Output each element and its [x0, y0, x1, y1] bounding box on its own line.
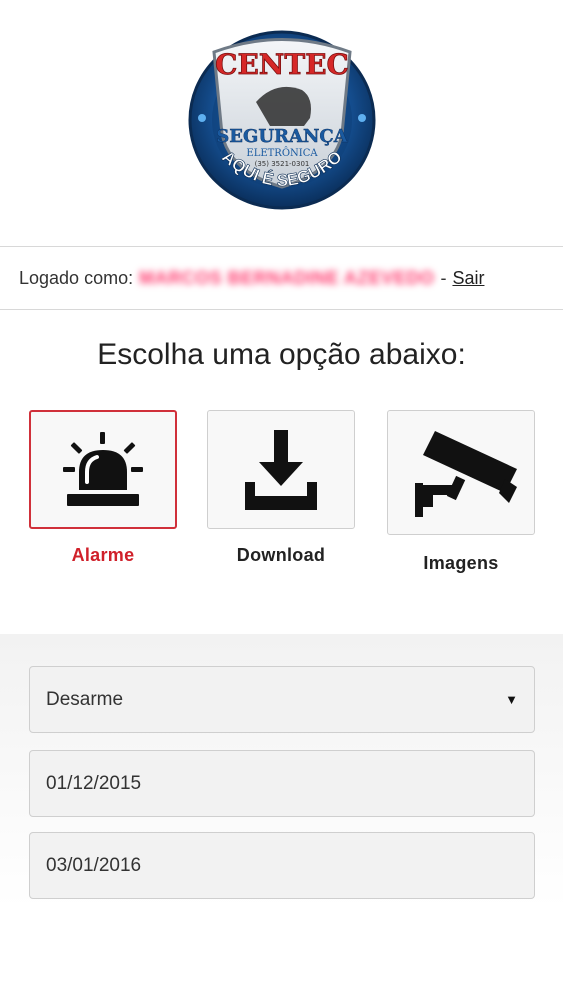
logo-phone: (35) 3521-0301 [254, 160, 309, 168]
option-imagens[interactable]: Imagens [387, 410, 535, 574]
filter-form: Desarme ▼ 01/12/2015 03/01/2016 [0, 634, 563, 1000]
option-imagens-label: Imagens [423, 553, 499, 573]
event-type-value: Desarme [46, 688, 124, 710]
caret-down-icon: ▼ [505, 692, 518, 707]
option-download-box[interactable] [207, 410, 355, 529]
logo-area: CENTEC SEGURANÇA ELETRÔNICA (35) 3521-03… [0, 0, 563, 246]
security-camera-icon [415, 430, 517, 517]
event-type-select[interactable]: Desarme ▼ [29, 666, 535, 733]
option-alarme-label: Alarme [71, 545, 135, 565]
option-imagens-box[interactable] [387, 410, 535, 535]
start-date-value: 01/12/2015 [46, 772, 142, 794]
centec-logo: CENTEC SEGURANÇA ELETRÔNICA (35) 3521-03… [188, 30, 375, 210]
logo-subtitle: SEGURANÇA [216, 126, 348, 147]
option-alarme-box[interactable] [29, 410, 177, 529]
option-download-label: Download [236, 545, 326, 565]
end-date-input[interactable]: 03/01/2016 [29, 832, 535, 899]
siren-icon [63, 431, 143, 506]
option-download[interactable]: Download [207, 410, 355, 566]
login-prefix: Logado como: [19, 267, 134, 288]
logout-link[interactable]: Sair [452, 268, 484, 289]
end-date-value: 03/01/2016 [46, 854, 142, 876]
username-blurred: MARCOS BERNADINE AZEVEDO [139, 267, 435, 288]
option-alarme[interactable]: Alarme [29, 410, 177, 566]
login-bar: Logado como: MARCOS BERNADINE AZEVEDO - … [0, 246, 563, 310]
start-date-input[interactable]: 01/12/2015 [29, 750, 535, 817]
page-title: Escolha uma opção abaixo: [97, 338, 466, 371]
logo-brand: CENTEC [215, 48, 349, 81]
logo-subtitle2: ELETRÔNICA [246, 147, 318, 159]
login-separator: - [440, 267, 447, 288]
download-icon [245, 429, 317, 510]
